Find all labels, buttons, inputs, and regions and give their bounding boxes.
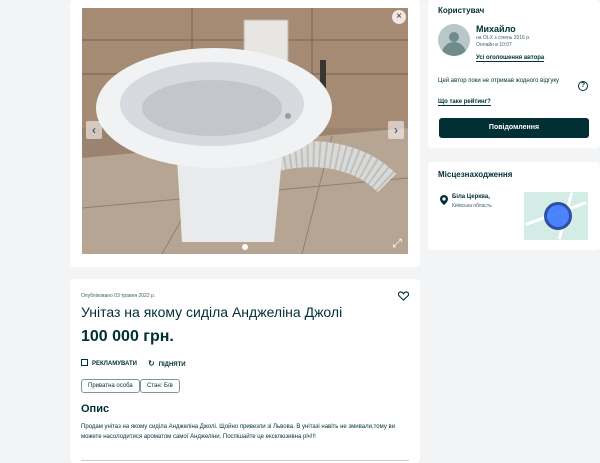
description-text: Продам унітаз на якому сиділа Анджеліна … (81, 424, 396, 440)
user-section-title: Користувач (438, 6, 485, 15)
promote-label: РЕКЛАМУВАТИ (92, 361, 137, 367)
location-card: Місцезнаходження Біла Церква, Київська о… (428, 162, 600, 250)
location-pin-icon (440, 195, 448, 205)
heart-icon[interactable] (398, 291, 409, 301)
user-name[interactable]: Михайло (476, 24, 516, 34)
condition-tag: Стан: Б/в (140, 379, 180, 393)
raise-button[interactable]: ↻ ПІДНЯТИ (148, 359, 186, 368)
divider (81, 460, 409, 461)
expand-icon[interactable]: ⤢ (390, 236, 404, 250)
gallery-next-button[interactable]: › (388, 121, 404, 139)
description-title: Опис (81, 403, 110, 415)
map-area-marker (544, 202, 572, 230)
location-section-title: Місцезнаходження (438, 170, 513, 179)
location-map[interactable] (524, 192, 588, 240)
published-date: Опубліковано 03 травня 2022 р. (81, 293, 156, 299)
user-card: Користувач Михайло на OLX з січень 2016 … (428, 0, 600, 148)
promote-button[interactable]: РЕКЛАМУВАТИ (81, 359, 137, 367)
refresh-icon: ↻ (148, 359, 155, 368)
toilet-photo[interactable]: ‹ › ⤢ × (82, 8, 408, 254)
seller-type-tag: Приватна особа (81, 379, 140, 393)
user-online-status: Онлайн в 10:07 (476, 42, 512, 48)
location-region: Київська область (452, 203, 492, 209)
close-icon[interactable]: × (392, 10, 406, 24)
user-since: на OLX з січень 2016 р. (476, 35, 531, 41)
gallery-prev-button[interactable]: ‹ (86, 121, 102, 139)
all-ads-link[interactable]: Усі оголошення автора (476, 55, 545, 62)
message-button[interactable]: Повідомлення (439, 118, 589, 138)
toilet-image (82, 8, 408, 254)
ad-details-card: Опубліковано 03 травня 2022 р. Унітаз на… (70, 279, 420, 463)
avatar-body (442, 42, 466, 56)
ad-title: Унітаз на якому сиділа Анджеліна Джолі (81, 304, 343, 320)
help-icon[interactable]: ? (578, 81, 588, 91)
rating-info-link[interactable]: Що таке рейтинг? (438, 99, 491, 106)
promote-icon (81, 359, 88, 366)
avatar-head (449, 32, 459, 42)
ad-price: 100 000 грн. (81, 328, 174, 345)
location-city: Біла Церква, (452, 194, 490, 200)
photo-gallery: ‹ › ⤢ × (70, 0, 420, 267)
avatar[interactable] (438, 24, 470, 56)
gallery-dot-indicator[interactable] (242, 244, 248, 250)
raise-label: ПІДНЯТИ (158, 362, 186, 368)
rating-note: Цей автор поки не отримав жодного відгук… (438, 78, 560, 84)
